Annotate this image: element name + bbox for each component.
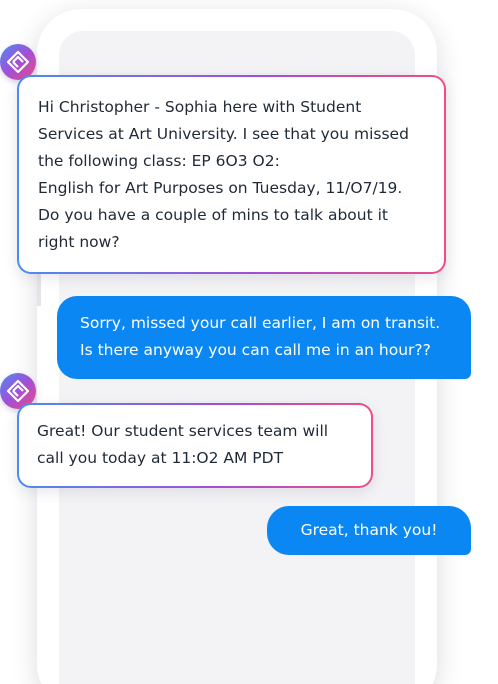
message-line: right now? xyxy=(38,233,120,251)
incoming-message-bubble: Great! Our student services team will ca… xyxy=(17,403,373,488)
message-text: Great! Our student services team will ca… xyxy=(19,405,371,486)
message-line: Do you have a couple of mins to talk abo… xyxy=(38,206,388,224)
message-line: the following class: EP 6O3 O2: xyxy=(38,152,280,170)
message-line: English for Art Purposes on Tuesday, 11/… xyxy=(38,179,403,197)
outgoing-message-bubble: Sorry, missed your call earlier, I am on… xyxy=(57,296,471,379)
message-line: Great! Our student services team will xyxy=(37,422,329,440)
message-line: Is there anyway you can call me in an ho… xyxy=(80,341,431,359)
message-line: Great, thank you! xyxy=(300,521,438,539)
message-line: Services at Art University. I see that y… xyxy=(38,125,409,143)
message-line: Sorry, missed your call earlier, I am on… xyxy=(80,314,441,332)
phone-side-button xyxy=(37,270,41,306)
message-line: Hi Christopher - Sophia here with Studen… xyxy=(38,98,362,116)
message-text: Hi Christopher - Sophia here with Studen… xyxy=(19,77,444,272)
chat-illustration: Hi Christopher - Sophia here with Studen… xyxy=(0,0,498,684)
outgoing-message-bubble: Great, thank you! xyxy=(267,506,471,555)
message-line: call you today at 11:O2 AM PDT xyxy=(37,449,284,467)
incoming-message-bubble: Hi Christopher - Sophia here with Studen… xyxy=(17,75,446,274)
